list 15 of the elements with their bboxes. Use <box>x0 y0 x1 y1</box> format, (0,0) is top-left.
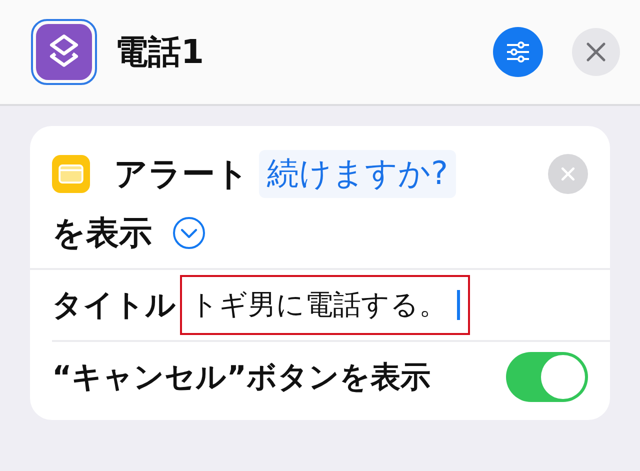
action-name: アラート <box>114 152 249 194</box>
action-suffix: を表示 <box>52 212 152 254</box>
shortcut-title: 電話1 <box>115 30 204 72</box>
chevron-icon[interactable] <box>172 216 206 250</box>
window-icon <box>52 155 90 193</box>
message-token[interactable]: 続けますか? <box>259 150 456 198</box>
close-icon <box>559 165 577 183</box>
settings-button[interactable] <box>493 27 543 77</box>
field-label: “キャンセル”ボタンを表示 <box>52 358 430 396</box>
field-label: タイトル <box>52 286 176 324</box>
close-button[interactable] <box>572 28 620 76</box>
input-field[interactable]: トギ男に電話する。 <box>180 275 470 335</box>
close-icon <box>584 40 608 64</box>
toggle-switch[interactable] <box>506 352 588 402</box>
app-icon[interactable] <box>31 19 97 85</box>
